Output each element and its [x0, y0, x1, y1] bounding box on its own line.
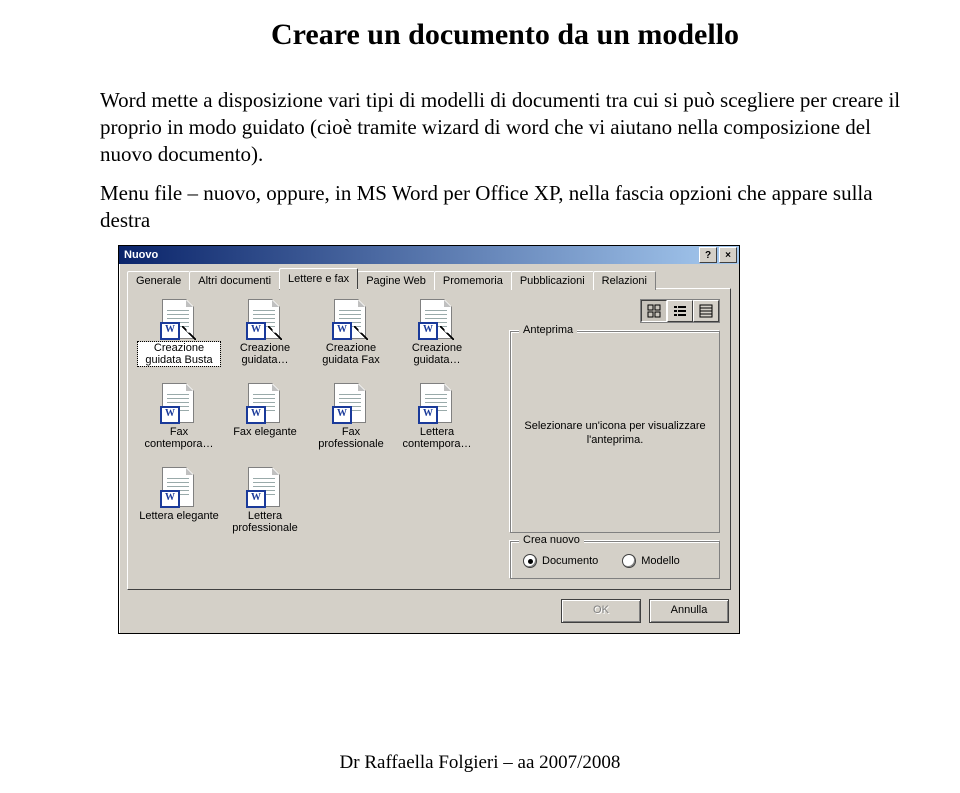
template-list: W Creazione guidata Busta W Creazione guida… [138, 299, 502, 579]
help-button[interactable]: ? [699, 247, 717, 263]
template-item-label: Creazione guidata Fax [311, 342, 391, 366]
template-item-label: Lettera professionale [225, 510, 305, 534]
cancel-button[interactable]: Annulla [649, 599, 729, 623]
preview-placeholder: Selezionare un'icona per visualizzare l'… [519, 419, 711, 447]
radio-document-label: Documento [542, 555, 598, 567]
template-item-label: Lettera contempora… [397, 426, 477, 450]
word-template-icon: W [162, 383, 196, 423]
template-item-label: Creazione guidata… [397, 342, 477, 366]
template-item[interactable]: W Lettera professionale [224, 467, 306, 545]
template-item[interactable]: W Creazione guidata… [224, 299, 306, 377]
template-item[interactable]: W Lettera contempora… [396, 383, 478, 461]
word-template-icon: W [420, 383, 454, 423]
dialog-titlebar[interactable]: Nuovo ? × [119, 246, 739, 264]
tab-pagine-web[interactable]: Pagine Web [357, 271, 435, 290]
ok-button[interactable]: OK [561, 599, 641, 623]
word-template-icon: W [248, 467, 282, 507]
word-template-icon: W [162, 299, 196, 339]
paragraph-1: Word mette a disposizione vari tipi di m… [100, 87, 910, 168]
wizard-wand-icon [268, 326, 282, 340]
word-template-icon: W [162, 467, 196, 507]
template-item[interactable]: W Fax professionale [310, 383, 392, 461]
template-item[interactable]: W Creazione guidata Fax [310, 299, 392, 377]
details-icon [699, 304, 713, 318]
word-template-icon: W [248, 299, 282, 339]
word-template-icon: W [334, 383, 368, 423]
new-dialog: Nuovo ? × Generale Altri documenti Lette… [118, 245, 740, 634]
view-mode-toolbar [640, 299, 720, 323]
create-new-group: Crea nuovo Documento Modello [510, 541, 720, 579]
template-item[interactable]: W Fax contempora… [138, 383, 220, 461]
template-item[interactable]: W Creazione guidata Busta [138, 299, 220, 377]
wizard-wand-icon [354, 326, 368, 340]
list-icon [673, 304, 687, 318]
view-large-icons-button[interactable] [641, 300, 667, 322]
tab-altri-documenti[interactable]: Altri documenti [189, 271, 280, 290]
template-item-label: Fax contempora… [139, 426, 219, 450]
tab-lettere-e-fax[interactable]: Lettere e fax [279, 268, 358, 289]
wizard-wand-icon [182, 326, 196, 340]
template-item-label: Fax professionale [311, 426, 391, 450]
template-item[interactable]: W Creazione guidata… [396, 299, 478, 377]
large-icons-icon [647, 304, 661, 318]
radio-template-label: Modello [641, 555, 680, 567]
page-footer: Dr Raffaella Folgieri – aa 2007/2008 [0, 752, 960, 774]
template-item-label: Fax elegante [233, 426, 297, 438]
wizard-wand-icon [440, 326, 454, 340]
close-button[interactable]: × [719, 247, 737, 263]
paragraph-2: Menu file – nuovo, oppure, in MS Word pe… [100, 180, 910, 234]
tab-promemoria[interactable]: Promemoria [434, 271, 512, 290]
tab-relazioni[interactable]: Relazioni [593, 271, 656, 290]
template-item[interactable]: W Lettera elegante [138, 467, 220, 545]
tab-panel: W Creazione guidata Busta W Creazione guida… [127, 288, 731, 590]
preview-legend: Anteprima [519, 324, 577, 336]
radio-icon [622, 554, 636, 568]
template-item-label: Creazione guidata Busta [138, 342, 220, 366]
page-title: Creare un documento da un modello [100, 18, 910, 52]
dialog-title: Nuovo [124, 249, 158, 261]
dialog-buttons: OK Annulla [119, 599, 739, 633]
tab-strip: Generale Altri documenti Lettere e fax P… [119, 264, 739, 289]
template-item[interactable]: W Fax elegante [224, 383, 306, 461]
radio-document[interactable]: Documento [523, 554, 598, 568]
preview-group: Anteprima Selezionare un'icona per visua… [510, 331, 720, 533]
word-template-icon: W [334, 299, 368, 339]
view-details-button[interactable] [693, 300, 719, 322]
tab-generale[interactable]: Generale [127, 271, 190, 290]
create-new-legend: Crea nuovo [519, 534, 584, 546]
template-item-label: Lettera elegante [139, 510, 219, 522]
radio-icon [523, 554, 537, 568]
word-template-icon: W [248, 383, 282, 423]
word-template-icon: W [420, 299, 454, 339]
template-item-label: Creazione guidata… [225, 342, 305, 366]
view-list-button[interactable] [667, 300, 693, 322]
tab-pubblicazioni[interactable]: Pubblicazioni [511, 271, 594, 290]
radio-template[interactable]: Modello [622, 554, 680, 568]
